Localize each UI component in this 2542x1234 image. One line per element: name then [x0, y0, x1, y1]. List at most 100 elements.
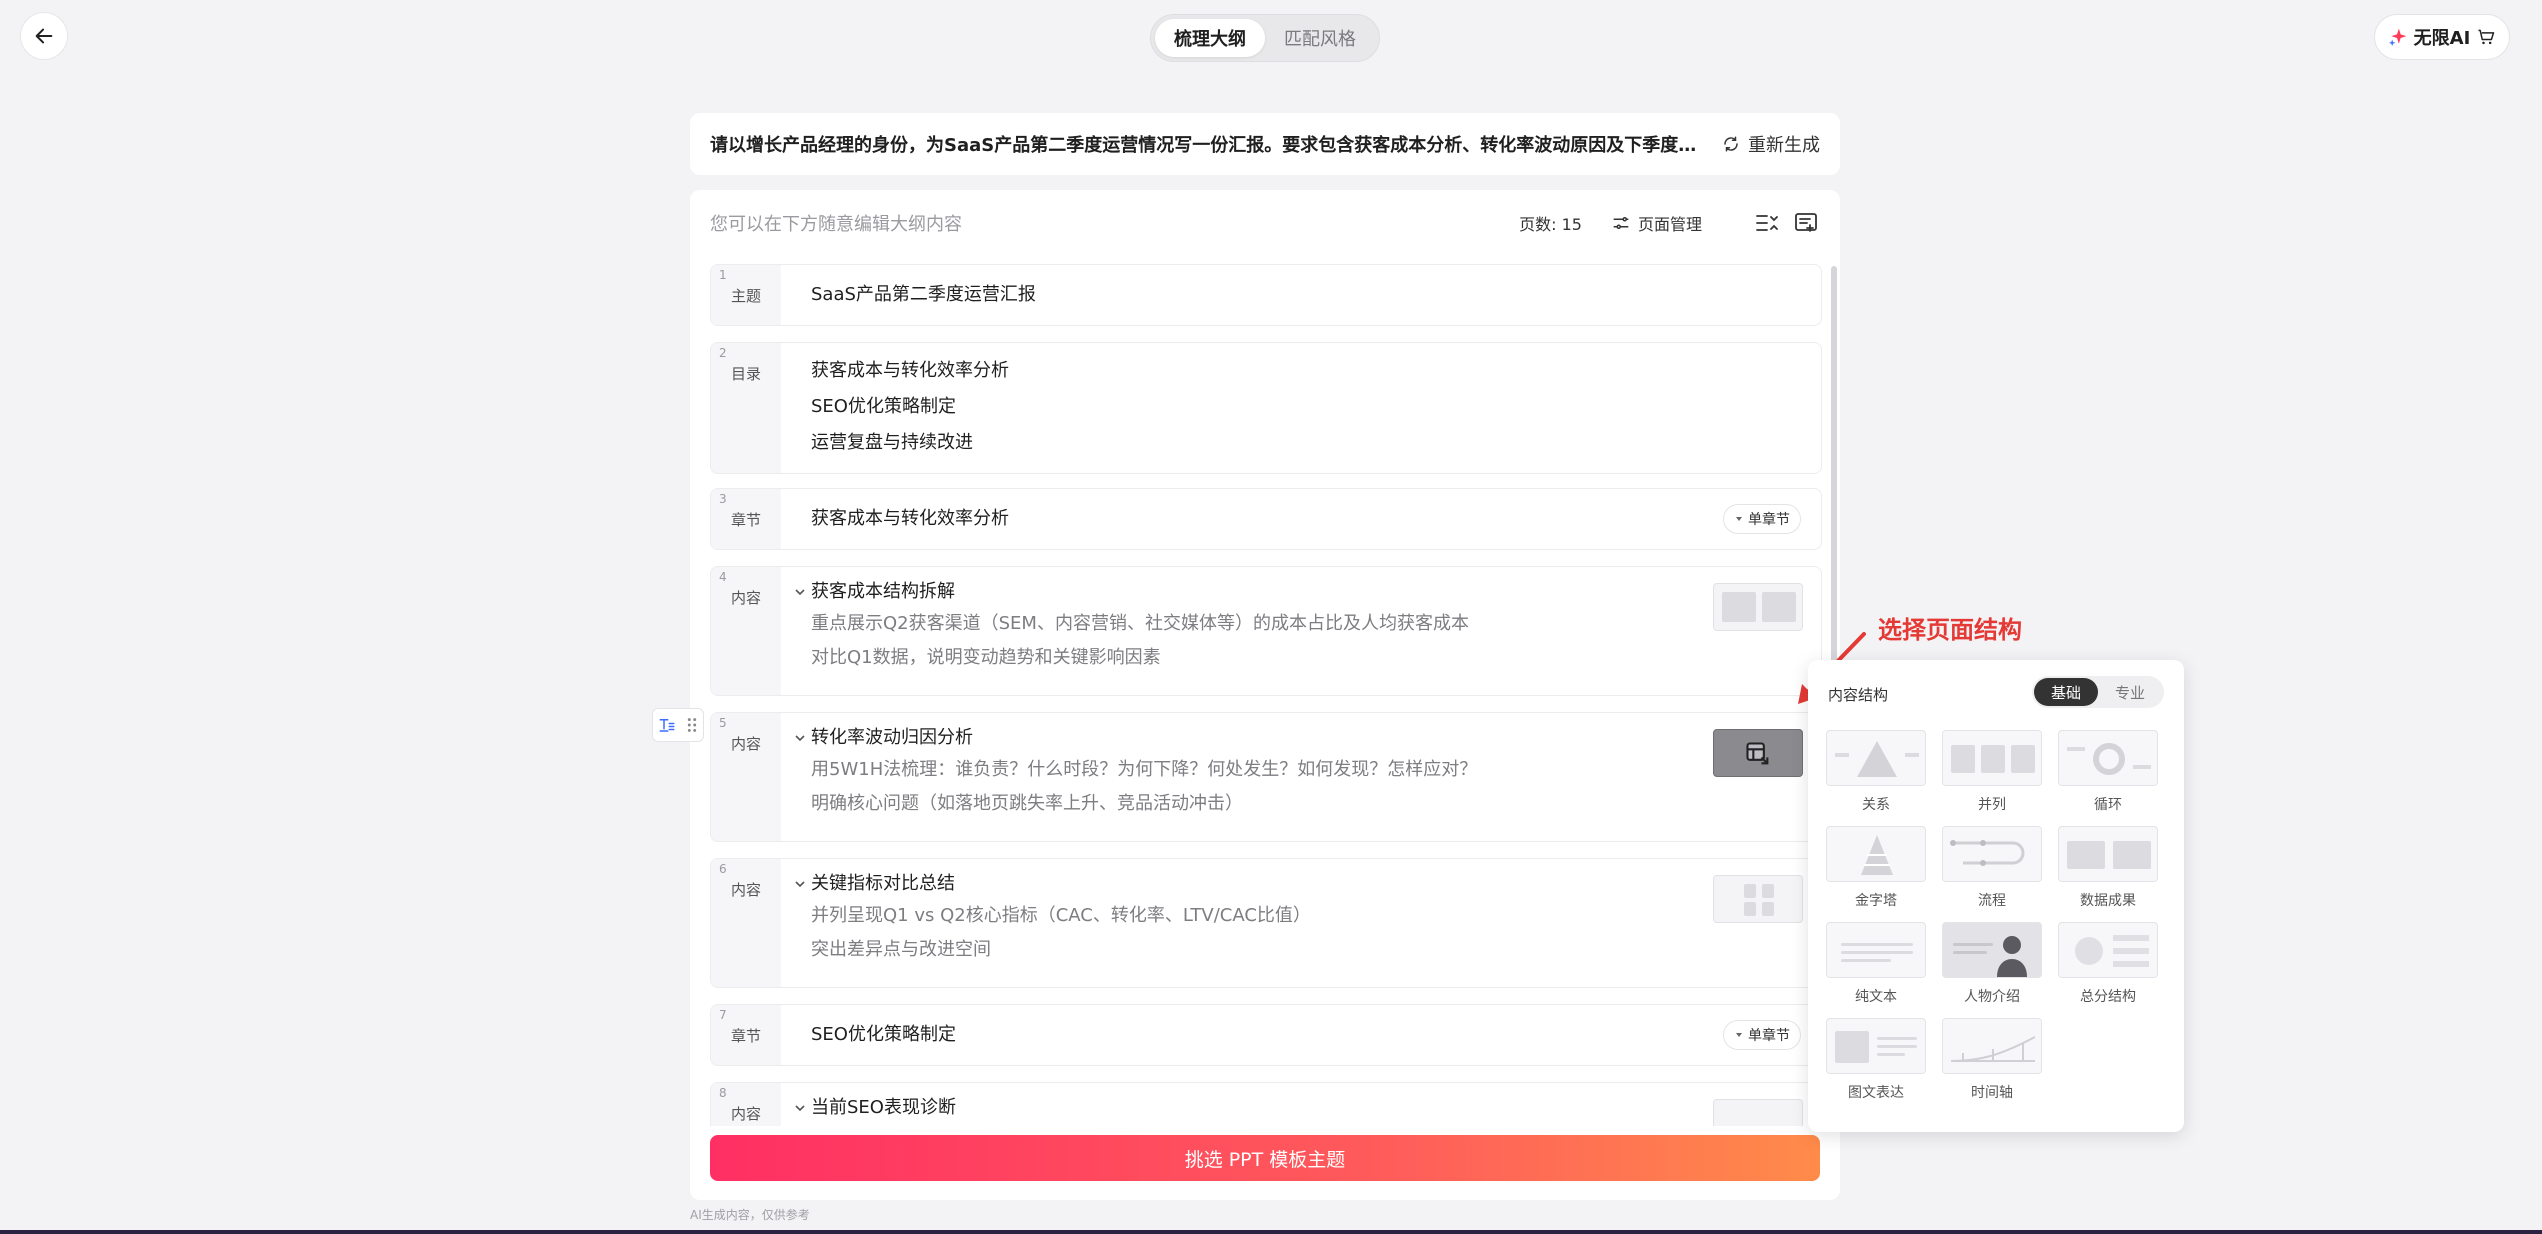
structure-relation[interactable]: 关系: [1826, 730, 1926, 814]
tab-outline[interactable]: 梳理大纲: [1155, 19, 1265, 57]
card-sub[interactable]: 对比Q1数据，说明变动趋势和关键影响因素: [811, 641, 1721, 675]
structure-general-detail[interactable]: 总分结构: [2058, 922, 2158, 1006]
text-format-icon[interactable]: [658, 716, 676, 734]
layout-thumbnail[interactable]: [1713, 583, 1803, 631]
layout-thumbnail[interactable]: [1713, 875, 1803, 923]
card-title[interactable]: 转化率波动归因分析: [811, 723, 973, 753]
card-tag: 章节: [730, 1027, 761, 1045]
structure-parallel[interactable]: 并列: [1942, 730, 2042, 814]
card-number: 3: [719, 492, 727, 506]
outline-card-3[interactable]: 3 章节 获客成本与转化效率分析 单章节: [710, 488, 1822, 550]
card-sub[interactable]: 用5W1H法梳理：谁负责？什么时段？为何下降？何处发生？如何发现？怎样应对？: [811, 753, 1721, 787]
card-title[interactable]: 当前SEO表现诊断: [811, 1093, 956, 1123]
section-type-label: 单章节: [1748, 1028, 1790, 1044]
list-collapse-icon: [1756, 215, 1778, 231]
section-type-dropdown[interactable]: 单章节: [1723, 504, 1801, 534]
card-tag: 主题: [730, 287, 761, 305]
card-number: 2: [719, 346, 727, 360]
structure-pyramid[interactable]: 金字塔: [1826, 826, 1926, 910]
outline-card-7[interactable]: 7 章节 SEO优化策略制定 单章节: [710, 1004, 1822, 1066]
page-manage-button[interactable]: 页面管理: [1612, 211, 1702, 235]
structure-data-results[interactable]: 数据成果: [2058, 826, 2158, 910]
chevron-down-icon[interactable]: [789, 878, 811, 890]
card-number: 6: [719, 862, 727, 876]
outline-toolbar: 您可以在下方随意编辑大纲内容 页数: 15 页面管理: [710, 208, 1820, 238]
card-number: 1: [719, 268, 727, 282]
card-title-row[interactable]: 转化率波动归因分析: [789, 723, 1721, 753]
tab-basic[interactable]: 基础: [2034, 678, 2098, 706]
card-sub[interactable]: 明确核心问题（如落地页跳失率上升、竞品活动冲击）: [811, 787, 1721, 821]
chevron-down-icon[interactable]: [789, 732, 811, 744]
structure-plain-text[interactable]: 纯文本: [1826, 922, 1926, 1006]
structure-person-intro[interactable]: 人物介绍: [1942, 922, 2042, 1006]
collapse-all-button[interactable]: [1752, 209, 1780, 237]
vip-label: 无限AI: [2413, 28, 2471, 49]
regenerate-label: 重新生成: [1748, 135, 1820, 156]
popover-title: 内容结构: [1828, 686, 1889, 704]
outline-card-5[interactable]: 5 内容 转化率波动归因分析 用5W1H法梳理：谁负责？什么时段？为何下降？何处…: [710, 712, 1822, 842]
card-line[interactable]: 运营复盘与持续改进: [811, 425, 1721, 461]
card-line[interactable]: SEO优化策略制定: [811, 389, 1721, 425]
outline-card-6[interactable]: 6 内容 关键指标对比总结 并列呈现Q1 vs Q2核心指标（CAC、转化率、L…: [710, 858, 1822, 988]
ai-disclaimer: AI生成内容，仅供参考: [690, 1208, 810, 1222]
page-manage-label: 页面管理: [1637, 215, 1702, 234]
structure-image-text[interactable]: 图文表达: [1826, 1018, 1926, 1102]
card-number: 7: [719, 1008, 727, 1022]
prompt-text: 请以增长产品经理的身份，为SaaS产品第二季度运营情况写一份汇报。要求包含获客成…: [710, 135, 1698, 156]
tab-pro[interactable]: 专业: [2098, 678, 2162, 706]
popover-tabs: 基础 专业: [2032, 676, 2164, 708]
tab-style[interactable]: 匹配风格: [1265, 19, 1375, 57]
outline-hint: 您可以在下方随意编辑大纲内容: [710, 214, 962, 235]
layout-change-icon: [1746, 742, 1769, 765]
card-line[interactable]: SaaS产品第二季度运营汇报: [811, 277, 1721, 313]
mode-switch: 梳理大纲 匹配风格: [1150, 14, 1380, 62]
back-button[interactable]: [20, 12, 68, 60]
card-number: 5: [719, 716, 727, 730]
card-line[interactable]: 获客成本与转化效率分析: [811, 353, 1721, 389]
outline-card-8[interactable]: 8 内容 当前SEO表现诊断: [710, 1082, 1822, 1126]
card-tag: 内容: [730, 589, 761, 607]
page-count: 页数: 15: [1519, 215, 1582, 234]
card-tag: 章节: [730, 511, 761, 529]
structure-popover: 内容结构 基础 专业 关系 并列 循环 金字塔 流程 数据成果 纯文本 人物介绍…: [1808, 660, 2184, 1132]
card-title-row[interactable]: 关键指标对比总结: [789, 869, 1721, 899]
sliders-icon: [1613, 217, 1629, 229]
card-title-row[interactable]: 当前SEO表现诊断: [789, 1093, 1721, 1123]
card-line[interactable]: 获客成本与转化效率分析: [811, 501, 1721, 537]
card-number: 8: [719, 1086, 727, 1100]
drag-handle-icon[interactable]: [685, 716, 699, 734]
structure-cycle[interactable]: 循环: [2058, 730, 2158, 814]
chevron-down-icon[interactable]: [789, 586, 811, 598]
card-title[interactable]: 获客成本结构拆解: [811, 577, 955, 607]
structure-timeline[interactable]: 时间轴: [1942, 1018, 2042, 1102]
regenerate-button[interactable]: 重新生成: [1722, 131, 1820, 157]
outline-card-4[interactable]: 4 内容 获客成本结构拆解 重点展示Q2获客渠道（SEM、内容营销、社交媒体等）…: [710, 566, 1822, 696]
insert-page-button[interactable]: [1792, 209, 1820, 237]
card-title-row[interactable]: 获客成本结构拆解: [789, 577, 1721, 607]
card-line[interactable]: SEO优化策略制定: [811, 1017, 1721, 1053]
layout-thumbnail-selected[interactable]: [1713, 729, 1803, 777]
row-tools: [652, 708, 704, 742]
section-type-label: 单章节: [1748, 512, 1790, 528]
card-title[interactable]: 关键指标对比总结: [811, 869, 955, 899]
list-add-icon: [1795, 213, 1817, 232]
annotation-label: 选择页面结构: [1878, 616, 2022, 644]
card-tag: 内容: [730, 1105, 761, 1123]
outline-card-2[interactable]: 2 目录 获客成本与转化效率分析 SEO优化策略制定 运营复盘与持续改进: [710, 342, 1822, 474]
card-sub[interactable]: 并列呈现Q1 vs Q2核心指标（CAC、转化率、LTV/CAC比值）: [811, 899, 1721, 933]
layout-thumbnail[interactable]: [1713, 1099, 1803, 1126]
card-tag: 目录: [730, 365, 761, 383]
card-tag: 内容: [730, 735, 761, 753]
structure-flow[interactable]: 流程: [1942, 826, 2042, 910]
choose-template-button[interactable]: 挑选 PPT 模板主题: [710, 1135, 1820, 1181]
cart-icon: [2478, 29, 2495, 45]
chevron-down-icon[interactable]: [789, 1102, 811, 1114]
card-sub[interactable]: 突出差异点与改进空间: [811, 933, 1721, 967]
vip-button[interactable]: 无限AI: [2374, 14, 2510, 60]
refresh-icon: [1724, 136, 1738, 152]
section-type-dropdown[interactable]: 单章节: [1723, 1020, 1801, 1050]
outline-card-1[interactable]: 1 主题 SaaS产品第二季度运营汇报: [710, 264, 1822, 326]
caret-down-icon: [1736, 517, 1742, 521]
card-sub[interactable]: 重点展示Q2获客渠道（SEM、内容营销、社交媒体等）的成本占比及人均获客成本: [811, 607, 1721, 641]
sparkle-icon: [2388, 28, 2407, 47]
